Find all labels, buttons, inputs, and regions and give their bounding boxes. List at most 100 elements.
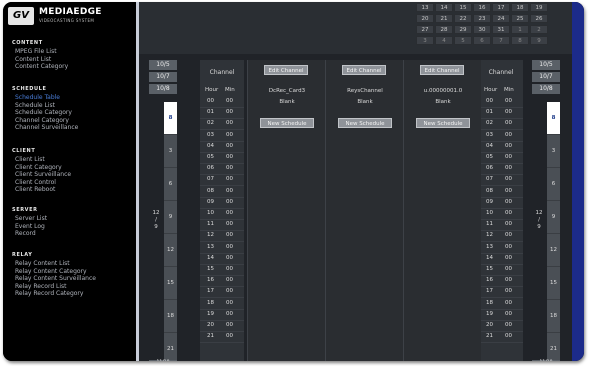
edit-channel-button[interactable]: Edit Channel <box>264 65 308 75</box>
left-time-row: 04 00 <box>200 142 244 153</box>
sidebar-item[interactable]: Relay Content Surveillance <box>15 275 96 282</box>
right-scrollbar[interactable] <box>572 2 584 361</box>
right-month-label: 12/9 <box>532 210 546 231</box>
edit-channel-button[interactable]: Edit Channel <box>420 65 464 75</box>
left-hour-cell: 19 <box>207 310 214 317</box>
sidebar-item[interactable]: Schedule List <box>15 102 55 109</box>
left-day-cell[interactable]: 9 <box>164 201 177 234</box>
calendar-day[interactable]: 20 <box>416 14 434 23</box>
calendar-day[interactable]: 24 <box>492 14 510 23</box>
left-date-tab[interactable]: 10/7 <box>149 72 177 82</box>
sidebar-item[interactable]: Relay Content Category <box>15 268 87 275</box>
sidebar-item[interactable]: Relay Record Category <box>15 290 83 297</box>
right-bottom-date-tab[interactable]: 11/10 <box>532 360 560 361</box>
calendar-day[interactable]: 8 <box>511 36 529 45</box>
new-schedule-button[interactable]: New Schedule <box>416 118 470 128</box>
right-day-cell[interactable]: 6 <box>547 168 560 201</box>
sidebar-item[interactable]: Schedule Category <box>15 109 72 116</box>
right-time-row: 16 00 <box>479 276 523 288</box>
channel-status: Blank <box>435 99 451 105</box>
left-bottom-date-tab[interactable]: 11/10 <box>149 360 177 361</box>
channel-name: ReysChannel <box>347 88 383 94</box>
right-day-cell[interactable]: 8 <box>547 102 560 135</box>
calendar-day[interactable]: 19 <box>530 3 548 12</box>
left-day-cell[interactable]: 15 <box>164 267 177 300</box>
calendar-day[interactable]: 7 <box>492 36 510 45</box>
sidebar-item[interactable]: Content List <box>15 56 51 63</box>
new-schedule-button[interactable]: New Schedule <box>338 118 392 128</box>
sidebar-item[interactable]: Content Category <box>15 63 68 70</box>
left-time-row: 21 00 <box>200 332 244 344</box>
calendar-day[interactable]: 9 <box>530 36 548 45</box>
left-time-row: 12 00 <box>200 231 244 243</box>
calendar-day[interactable]: 14 <box>435 3 453 12</box>
sidebar-item[interactable]: Record <box>15 230 36 237</box>
calendar-day[interactable]: 2 <box>530 25 548 34</box>
right-min-cell: 00 <box>505 154 512 160</box>
schedule-table-panel: 13 14 15 16 17 18 19 20 21 22 23 24 25 26 27 28 29 30 31 1 2… <box>139 2 584 361</box>
sidebar-item[interactable]: Server List <box>15 215 47 222</box>
calendar-day[interactable]: 16 <box>473 3 491 12</box>
right-min-cell: 00 <box>505 254 512 261</box>
calendar-day[interactable]: 27 <box>416 25 434 34</box>
left-date-tab[interactable]: 10/8 <box>149 84 177 94</box>
left-day-cell[interactable]: 12 <box>164 234 177 267</box>
left-date-tab[interactable]: 10/5 <box>149 60 177 70</box>
sidebar-item[interactable]: Client Category <box>15 164 62 171</box>
sidebar-item[interactable]: Relay Content List <box>15 260 70 267</box>
left-day-cell[interactable]: 18 <box>164 300 177 333</box>
right-hour-cell: 12 <box>486 232 493 239</box>
right-date-tab[interactable]: 10/8 <box>532 84 560 94</box>
sidebar-item[interactable]: Relay Record List <box>15 283 67 290</box>
right-day-cell[interactable]: 3 <box>547 135 560 168</box>
calendar-day[interactable]: 5 <box>454 36 472 45</box>
calendar-day[interactable]: 4 <box>435 36 453 45</box>
sidebar-item[interactable]: Channel Category <box>15 117 69 124</box>
edit-channel-button[interactable]: Edit Channel <box>342 65 386 75</box>
sidebar-item[interactable]: Event Log <box>15 223 45 230</box>
sidebar-item[interactable]: Channel Surveillance <box>15 124 78 131</box>
right-day-cell[interactable]: 15 <box>547 267 560 300</box>
right-date-tab[interactable]: 10/5 <box>532 60 560 70</box>
sidebar-item[interactable]: Client List <box>15 156 45 163</box>
new-schedule-button[interactable]: New Schedule <box>260 118 314 128</box>
calendar-day[interactable]: 30 <box>473 25 491 34</box>
sidebar-item[interactable]: Client Reboot <box>15 186 55 193</box>
calendar-day[interactable]: 15 <box>454 3 472 12</box>
calendar-day[interactable]: 31 <box>492 25 510 34</box>
right-day-cell[interactable]: 21 <box>547 333 560 361</box>
calendar-day[interactable]: 23 <box>473 14 491 23</box>
right-hour-cell: 18 <box>486 299 493 306</box>
calendar-day[interactable]: 13 <box>416 3 434 12</box>
left-day-cell[interactable]: 8 <box>164 102 177 135</box>
left-date-strip: 10/510/710/883691215182112/911/10 <box>149 60 181 361</box>
calendar-day[interactable]: 21 <box>435 14 453 23</box>
left-day-cell[interactable]: 3 <box>164 135 177 168</box>
sidebar-item[interactable]: Client Control <box>15 179 56 186</box>
sidebar-item[interactable]: MPEG File List <box>15 48 57 55</box>
right-hour-cell: 16 <box>486 277 493 284</box>
right-day-cell[interactable]: 12 <box>547 234 560 267</box>
right-date-tab[interactable]: 10/7 <box>532 72 560 82</box>
right-day-cell[interactable]: 18 <box>547 300 560 333</box>
calendar-day[interactable]: 25 <box>511 14 529 23</box>
sidebar-item[interactable]: Client Surveillance <box>15 171 71 178</box>
left-time-row: 11 00 <box>200 220 244 232</box>
calendar-day[interactable]: 18 <box>511 3 529 12</box>
right-hour-cell: 09 <box>486 198 493 205</box>
calendar-day[interactable]: 6 <box>473 36 491 45</box>
calendar-day[interactable]: 29 <box>454 25 472 34</box>
calendar-day[interactable]: 28 <box>435 25 453 34</box>
calendar-day[interactable]: 3 <box>416 36 434 45</box>
calendar-day[interactable]: 1 <box>511 25 529 34</box>
calendar-day[interactable]: 26 <box>530 14 548 23</box>
calendar-day[interactable]: 17 <box>492 3 510 12</box>
right-day-cell[interactable]: 9 <box>547 201 560 234</box>
left-day-cell[interactable]: 21 <box>164 333 177 361</box>
left-hour-cell: 04 <box>207 142 214 149</box>
right-hour-cell: 21 <box>486 333 493 340</box>
right-hour-header: Hour <box>484 87 498 93</box>
calendar-day[interactable]: 22 <box>454 14 472 23</box>
left-day-cell[interactable]: 6 <box>164 168 177 201</box>
sidebar-item[interactable]: Schedule Table <box>15 94 60 101</box>
